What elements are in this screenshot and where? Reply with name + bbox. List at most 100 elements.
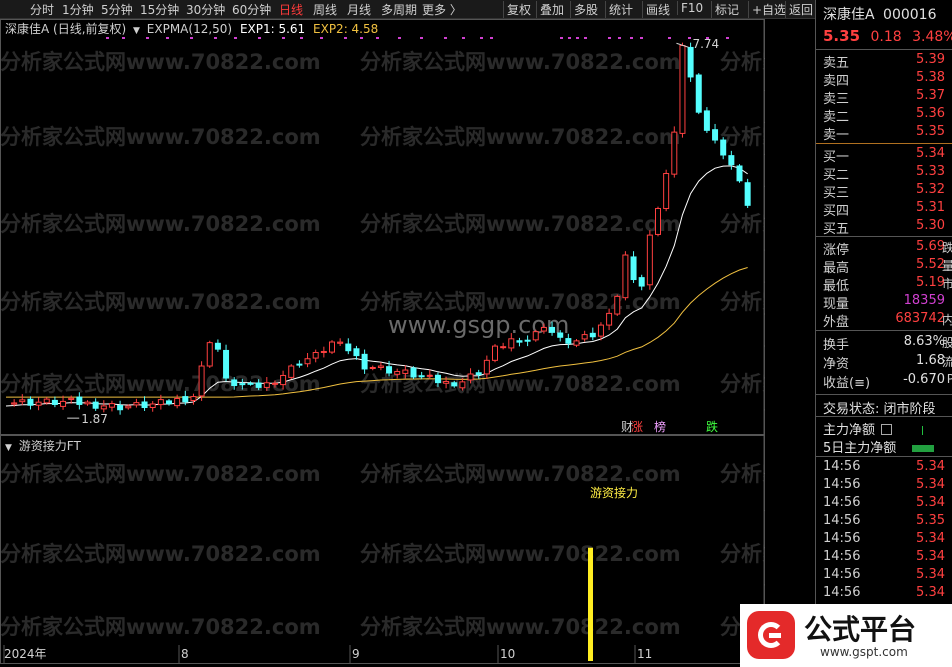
signal-dot [166, 37, 169, 39]
period-tab[interactable]: 周线 [313, 1, 337, 18]
row-label: 买二 [823, 168, 850, 183]
candle-body [100, 405, 107, 410]
main-net-row[interactable]: 主力净额 [823, 419, 924, 438]
toolbar-button[interactable]: 叠加 [536, 1, 567, 18]
main-net-label: 主力净额 [823, 423, 876, 438]
x-axis-label: 8 [181, 647, 189, 661]
watermark-text: 分析家公式网www.70822.com [720, 542, 765, 566]
toolbar-button[interactable]: 画线 [642, 1, 673, 18]
list-icon[interactable] [881, 424, 893, 435]
signal-dot [560, 37, 563, 39]
period-tab[interactable]: 1分钟 [62, 1, 94, 18]
candle-body [434, 374, 441, 384]
tick-time: 14:56 [823, 513, 861, 528]
candle-body [280, 374, 287, 386]
row-extra: 跌 [941, 241, 952, 255]
period-tab[interactable]: 日线 [279, 1, 303, 18]
signal-dot [618, 37, 621, 39]
row-label: 收益(≡) [823, 376, 871, 391]
toolbar-button[interactable]: 标记 [711, 1, 742, 18]
tick-price: 5.35 [916, 513, 945, 528]
period-tab[interactable]: 月线 [347, 1, 371, 18]
toolbar-button[interactable]: 复权 [503, 1, 534, 18]
candle-body [43, 398, 50, 404]
sub-indicator-title[interactable]: 游资接力FT [19, 439, 81, 453]
row-label: 涨停 [823, 243, 850, 258]
candle-body [361, 353, 368, 370]
signal-dot [376, 37, 379, 39]
logo-text: 公式平台 [804, 613, 917, 646]
toolbar-button[interactable]: F10 [677, 1, 706, 15]
candle-body [402, 369, 409, 374]
watermark-text: 分析家公式网www.70822.com [360, 462, 681, 486]
candle-body [296, 363, 303, 366]
candle-body [149, 403, 156, 409]
candle-body [532, 331, 539, 341]
tick-price: 5.34 [916, 585, 945, 600]
tick-price: 5.34 [916, 531, 945, 546]
candle-body [606, 312, 613, 326]
candle-body [304, 358, 311, 365]
candle-body [386, 366, 393, 374]
tick-row: 14:56 5.34 [816, 549, 950, 567]
candle-body [312, 351, 319, 359]
candle-body [320, 350, 327, 353]
period-tab[interactable]: 分时 [30, 1, 54, 18]
signal-dot [320, 37, 323, 39]
candle-body [728, 155, 735, 166]
sub-header: ▼ 游资接力FT [5, 437, 81, 454]
toolbar-button[interactable]: 统计 [605, 1, 636, 18]
candle-body [263, 382, 270, 388]
period-tab[interactable]: 多周期 [381, 1, 417, 18]
tick-price: 5.34 [916, 495, 945, 510]
candle-body [565, 338, 572, 344]
candle-body [84, 401, 91, 405]
signal-dot [630, 37, 633, 39]
tick-price: 5.34 [916, 567, 945, 582]
tick-time: 14:56 [823, 459, 861, 474]
signal-dot [300, 37, 303, 39]
period-tab[interactable]: 更多 〉 [422, 1, 462, 18]
watermark-text: 分析家公式网www.70822.com [360, 372, 681, 396]
x-axis-label: 11 [637, 647, 652, 661]
indicator-name[interactable]: EXPMA(12,50) [147, 22, 232, 36]
toolbar-button[interactable]: 返回 [785, 1, 816, 18]
x-axis-label: 9 [352, 647, 360, 661]
dropdown-icon[interactable]: ▼ [133, 26, 140, 36]
period-tab[interactable]: 5分钟 [101, 1, 133, 18]
candle-body [655, 208, 661, 235]
main-net5-row[interactable]: 5日主力净额 [823, 437, 935, 456]
x-axis-label: 2024年 [4, 647, 47, 661]
candle-body [182, 396, 189, 403]
sub-bar [588, 547, 593, 661]
candle-body [703, 110, 710, 131]
logo-box: 公式平台 www.gspt.com [740, 604, 952, 667]
period-tab[interactable]: 60分钟 [232, 1, 271, 18]
candle-body [524, 339, 531, 342]
dropdown-icon[interactable]: ▼ [5, 443, 12, 453]
bid-row: 买一 5.34 [816, 146, 950, 165]
candle-body [19, 399, 26, 403]
net-bar-small [922, 426, 924, 435]
toolbar-button[interactable]: 多股 [570, 1, 601, 18]
candle-body [410, 367, 417, 378]
candle-body [190, 396, 197, 401]
tick-time: 14:56 [823, 549, 861, 564]
kline-chart[interactable]: 分析家公式网www.70822.com 分析家公式网www.70822.com 分析… [0, 19, 765, 664]
exp1-line [5, 165, 748, 407]
row-value: 5.34 [916, 146, 945, 161]
stat-row: 净资 1.68 流 [816, 353, 952, 372]
main-net5-label: 5日主力净额 [823, 441, 897, 456]
tick-price: 5.34 [916, 459, 945, 474]
candle-body [60, 400, 67, 407]
row-value: 5.19 [916, 275, 945, 290]
period-tab[interactable]: 15分钟 [140, 1, 179, 18]
stat-row: 外盘 683742 内 [816, 311, 952, 330]
tick-row: 14:56 5.34 [816, 477, 950, 495]
watermark-text: 分析家公式网www.70822.com [360, 212, 681, 236]
row-label: 卖一 [823, 128, 850, 143]
toolbar-button[interactable]: +自选 [748, 1, 789, 18]
candle-body [467, 373, 474, 381]
period-tab[interactable]: 30分钟 [186, 1, 225, 18]
watermark-text: 分析家公式网www.70822.com [720, 372, 765, 396]
